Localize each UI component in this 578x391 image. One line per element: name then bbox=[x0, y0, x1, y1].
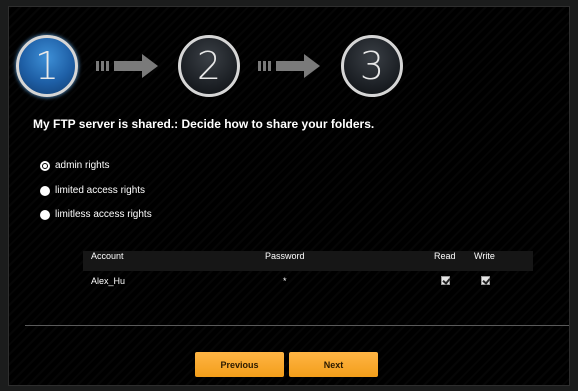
radio-label: limited access rights bbox=[55, 185, 146, 196]
write-permission-checkbox[interactable] bbox=[481, 276, 490, 285]
radio-limited-access-rights[interactable]: limited access rights bbox=[40, 185, 145, 196]
radio-selected-icon[interactable] bbox=[40, 160, 50, 171]
page-title: My FTP server is shared.: Decide how to … bbox=[33, 117, 375, 131]
step-3-indicator: 3 bbox=[341, 35, 403, 97]
account-table-header bbox=[83, 251, 533, 271]
step-2-indicator: 2 bbox=[178, 35, 240, 97]
step-1-indicator: 1 bbox=[16, 35, 78, 97]
table-cell-account: Alex_Hu bbox=[91, 276, 126, 286]
step-arrow-icon bbox=[96, 54, 166, 78]
column-header-password: Password bbox=[265, 251, 305, 261]
radio-icon[interactable] bbox=[40, 209, 50, 220]
radio-limitless-access-rights[interactable]: limitless access rights bbox=[40, 209, 152, 220]
column-header-write: Write bbox=[474, 251, 495, 261]
radio-admin-rights[interactable]: admin rights bbox=[40, 160, 109, 171]
radio-label: admin rights bbox=[55, 160, 110, 171]
previous-button[interactable]: Previous bbox=[195, 352, 284, 377]
radio-label: limitless access rights bbox=[55, 209, 152, 220]
radio-icon[interactable] bbox=[40, 185, 50, 196]
read-permission-checkbox[interactable] bbox=[441, 276, 450, 285]
step-arrow-icon bbox=[258, 54, 328, 78]
table-cell-password: * bbox=[283, 276, 287, 286]
step-2-number: 2 bbox=[196, 44, 222, 88]
step-1-number: 1 bbox=[34, 44, 60, 88]
wizard-panel: 1 2 3 My FTP server is shared.: Decide h… bbox=[8, 6, 570, 386]
column-header-read: Read bbox=[434, 251, 456, 261]
column-header-account: Account bbox=[91, 251, 124, 261]
divider bbox=[25, 325, 569, 326]
next-button[interactable]: Next bbox=[289, 352, 378, 377]
step-3-number: 3 bbox=[359, 44, 385, 88]
